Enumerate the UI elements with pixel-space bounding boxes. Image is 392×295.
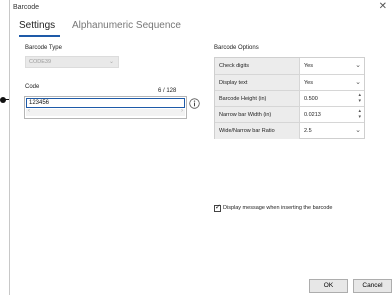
option-value: Yes [304, 80, 313, 86]
code-input-value: 123456 [29, 100, 50, 106]
option-value: Yes [304, 63, 313, 69]
cancel-button[interactable]: Cancel [353, 279, 392, 293]
callout-marker [0, 97, 6, 103]
display-message-label[interactable]: Display message when inserting the barco… [223, 205, 332, 211]
checkmark-icon: ✓ [215, 204, 221, 211]
horizontal-scrollbar[interactable]: ‹ › [26, 108, 185, 116]
tab-alphanumeric-sequence[interactable]: Alphanumeric Sequence [72, 20, 181, 31]
barcode-type-label: Barcode Type [25, 45, 62, 51]
tab-settings[interactable]: Settings [19, 20, 55, 31]
option-value: 0.0213 [304, 112, 321, 118]
display-message-checkbox[interactable]: ✓ [214, 204, 221, 212]
scroll-right-icon[interactable]: › [181, 108, 183, 114]
barcode-options-heading: Barcode Options [214, 45, 259, 51]
scroll-left-icon[interactable]: ‹ [28, 108, 30, 114]
title-bar: Barcode ✕ [10, 0, 392, 16]
chevron-down-icon: ⌄ [355, 127, 361, 134]
barcode-type-value: CODE39 [29, 59, 52, 65]
option-row-narrow-bar-width: Narrow bar Width (in) 0.0213 ▴ ▾ [215, 106, 364, 123]
code-input[interactable]: 123456 [26, 98, 185, 108]
barcode-type-select[interactable]: CODE39 ⌄ [25, 56, 119, 68]
close-icon[interactable]: ✕ [379, 2, 387, 12]
barcode-options-grid: Check digits Yes ⌄ Display text Yes ⌄ Ba… [214, 57, 365, 139]
option-label: Display text [215, 75, 300, 91]
option-label: Barcode Height (in) [215, 91, 300, 107]
option-row-barcode-height: Barcode Height (in) 0.500 ▴ ▾ [215, 90, 364, 107]
code-input-box[interactable]: 123456 ‹ › [24, 96, 187, 119]
option-row-wide-narrow-ratio: Wide/Narrow bar Ratio 2.5 ⌄ [215, 122, 364, 139]
spinner-arrows-icon[interactable]: ▴ ▾ [358, 92, 361, 104]
option-value: 2.5 [304, 128, 312, 134]
spinner-arrows-icon[interactable]: ▴ ▾ [358, 108, 361, 120]
option-label: Check digits [215, 58, 300, 74]
barcode-height-spinner[interactable]: 0.500 ▴ ▾ [300, 91, 364, 107]
chevron-down-icon: ⌄ [355, 79, 361, 86]
barcode-dialog: Barcode ✕ Settings Alphanumeric Sequence… [9, 0, 392, 295]
info-icon[interactable] [189, 98, 200, 109]
option-row-check-digits: Check digits Yes ⌄ [215, 58, 364, 74]
code-char-counter: 6 / 128 [158, 88, 177, 94]
check-digits-select[interactable]: Yes ⌄ [300, 58, 364, 74]
wide-narrow-ratio-select[interactable]: 2.5 ⌄ [300, 123, 364, 139]
option-label: Wide/Narrow bar Ratio [215, 123, 300, 139]
window-title: Barcode [13, 4, 40, 11]
narrow-bar-width-spinner[interactable]: 0.0213 ▴ ▾ [300, 107, 364, 123]
code-label: Code [25, 84, 40, 90]
ok-button[interactable]: OK [309, 279, 348, 293]
chevron-down-icon: ⌄ [108, 59, 114, 65]
option-value: 0.500 [304, 96, 318, 102]
option-label: Narrow bar Width (in) [215, 107, 300, 123]
display-text-select[interactable]: Yes ⌄ [300, 75, 364, 91]
chevron-down-icon: ⌄ [355, 62, 361, 69]
active-tab-indicator [19, 35, 60, 37]
option-row-display-text: Display text Yes ⌄ [215, 74, 364, 91]
